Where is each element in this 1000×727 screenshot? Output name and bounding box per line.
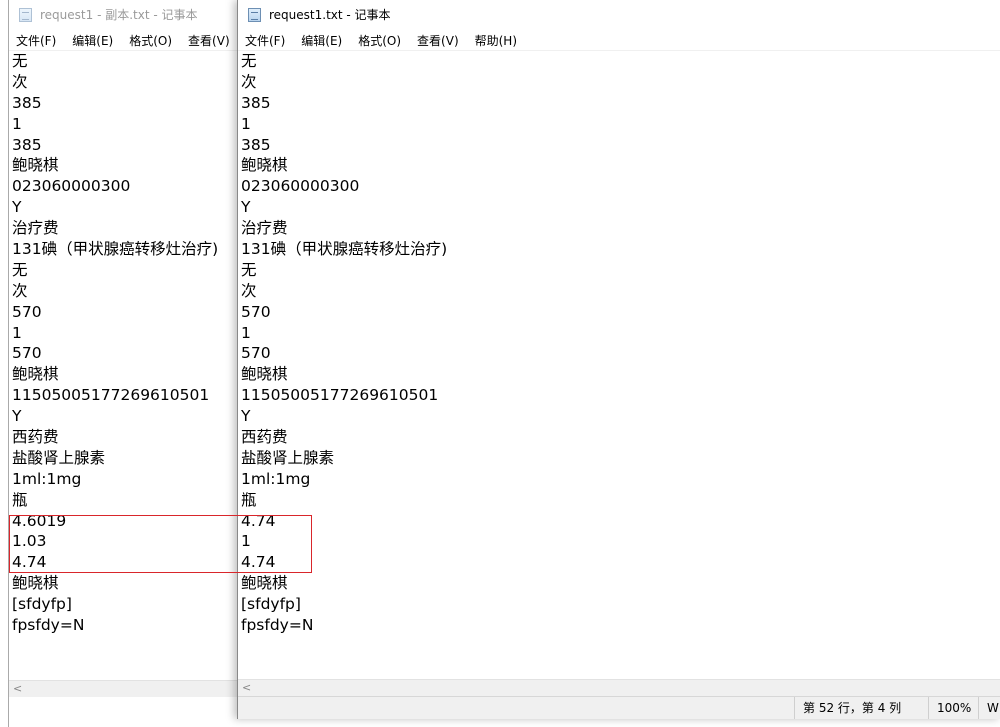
title-bar[interactable]: request1.txt - 记事本 [238, 0, 1000, 29]
text-line: 023060000300 [241, 177, 360, 196]
text-line: 1.03 [12, 532, 47, 551]
menu-bar: 文件(F) 编辑(E) 格式(O) 查看(V) 帮助(H) [238, 30, 1000, 51]
horizontal-scrollbar[interactable]: < [238, 679, 1000, 696]
text-line: Y [12, 407, 22, 426]
text-editor-area[interactable]: 无次 385 1 385 鲍晓棋 023060000300 Y 治疗费 131碘（甲状腺癌转移灶… [9, 51, 271, 636]
text-line: 385 [12, 135, 42, 154]
status-bar: 第 52 行，第 4 列 100% W [238, 696, 1000, 719]
text-line: 西药费 [241, 428, 288, 447]
text-line: 385 [12, 93, 42, 112]
zoom-level: 100% [928, 697, 981, 719]
text-line: 无 [241, 52, 257, 70]
line-ending-encoding: W [978, 697, 1000, 719]
scroll-left-icon[interactable]: < [242, 681, 251, 694]
text-line: 4.74 [12, 553, 47, 572]
text-line: 治疗费 [241, 219, 288, 238]
notepad-icon [248, 7, 261, 22]
notepad-window-main[interactable]: request1.txt - 记事本 文件(F) 编辑(E) 格式(O) 查看(… [237, 0, 1000, 719]
menu-bar: 文件(F) 编辑(E) 格式(O) 查看(V) 帮 [9, 30, 271, 51]
text-line: 1 [241, 532, 251, 551]
text-line: [sfdyfp] [12, 595, 72, 614]
text-line: 131碘（甲状腺癌转移灶治疗) [12, 240, 219, 259]
text-line: 570 [241, 302, 271, 321]
text-line: 次 [12, 281, 28, 300]
text-line: 1 [12, 323, 22, 342]
text-line: 鲍晓棋 [12, 156, 59, 175]
text-line: 无 [12, 260, 28, 279]
text-line: 鲍晓棋 [241, 365, 288, 384]
horizontal-scrollbar[interactable]: < [9, 680, 271, 697]
text-line: fpsfdy=N [241, 616, 314, 635]
text-line: 11505005177269610501 [12, 386, 210, 405]
text-line: 次 [241, 72, 257, 91]
menu-view[interactable]: 查看(V) [409, 32, 467, 49]
scroll-left-icon[interactable]: < [13, 682, 22, 695]
text-line: 西药费 [12, 428, 59, 447]
text-line: 无 [241, 260, 257, 279]
text-editor-area[interactable]: 无次 385 1 385 鲍晓棋 023060000300 Y 治疗费 131碘（甲状腺癌转移灶… [238, 51, 1000, 636]
text-line: 无 [12, 52, 28, 70]
cursor-position: 第 52 行，第 4 列 [794, 697, 927, 719]
text-line: 023060000300 [12, 177, 131, 196]
notepad-icon [19, 7, 32, 22]
text-line: 131碘（甲状腺癌转移灶治疗) [241, 240, 448, 259]
text-line: 4.74 [241, 511, 276, 530]
text-line: 1 [12, 114, 22, 133]
text-line: 鲍晓棋 [12, 574, 59, 593]
text-line: 1ml:1mg [12, 469, 82, 488]
text-line: 瓶 [241, 490, 257, 509]
text-line: 1ml:1mg [241, 469, 311, 488]
window-title: request1 - 副本.txt - 记事本 [40, 8, 198, 22]
text-line: 次 [241, 281, 257, 300]
text-line: 鲍晓棋 [241, 156, 288, 175]
text-line: 11505005177269610501 [241, 386, 439, 405]
menu-edit[interactable]: 编辑(E) [293, 32, 350, 49]
text-line: 次 [12, 72, 28, 91]
menu-help[interactable]: 帮助(H) [467, 32, 525, 49]
text-line: 4.6019 [12, 511, 67, 530]
text-line: 鲍晓棋 [12, 365, 59, 384]
menu-format[interactable]: 格式(O) [350, 32, 409, 49]
menu-edit[interactable]: 编辑(E) [64, 32, 121, 49]
text-line: Y [12, 198, 22, 217]
menu-file[interactable]: 文件(F) [238, 32, 293, 49]
text-line: 鲍晓棋 [241, 574, 288, 593]
text-line: 1 [241, 323, 251, 342]
text-line: 570 [241, 344, 271, 363]
text-line: Y [241, 407, 251, 426]
text-line: fpsfdy=N [12, 616, 85, 635]
text-line: Y [241, 198, 251, 217]
text-line: [sfdyfp] [241, 595, 301, 614]
title-bar[interactable]: request1 - 副本.txt - 记事本 [9, 0, 271, 29]
text-line: 盐酸肾上腺素 [241, 448, 335, 467]
text-line: 1 [241, 114, 251, 133]
text-line: 4.74 [241, 553, 276, 572]
window-title: request1.txt - 记事本 [269, 8, 391, 22]
text-line: 385 [241, 93, 271, 112]
menu-format[interactable]: 格式(O) [121, 32, 180, 49]
text-line: 570 [12, 344, 42, 363]
notepad-window-copy[interactable]: request1 - 副本.txt - 记事本 文件(F) 编辑(E) 格式(O… [8, 0, 271, 727]
text-line: 385 [241, 135, 271, 154]
text-line: 治疗费 [12, 219, 59, 238]
text-line: 瓶 [12, 490, 28, 509]
menu-view[interactable]: 查看(V) [180, 32, 238, 49]
menu-file[interactable]: 文件(F) [9, 32, 64, 49]
text-line: 盐酸肾上腺素 [12, 448, 106, 467]
text-line: 570 [12, 302, 42, 321]
